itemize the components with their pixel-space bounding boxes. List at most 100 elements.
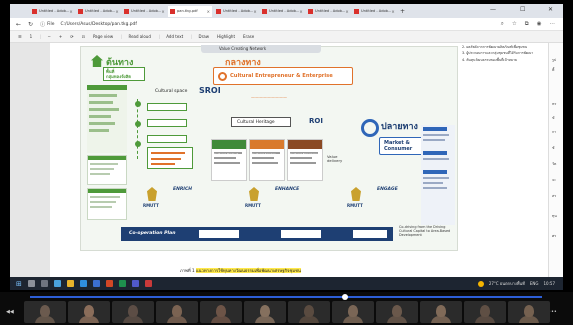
midstream-note: ————————— <box>251 95 287 100</box>
zoom-icon[interactable]: ⌕ <box>501 21 504 28</box>
toc-icon[interactable]: ☰ <box>18 34 22 39</box>
participant-video[interactable] <box>288 301 330 323</box>
acrobat-icon[interactable] <box>144 280 152 287</box>
close-window-button[interactable]: ✕ <box>548 6 553 13</box>
experience-column-title: Cultural Experience <box>290 152 320 156</box>
clock[interactable]: 10:57 <box>543 281 555 286</box>
enhance-label: ENHANCE <box>275 187 300 192</box>
strip-prev-icon[interactable]: ◀◀ <box>6 309 14 315</box>
participant-avatar <box>35 305 55 323</box>
page-number[interactable]: 1 <box>30 34 33 39</box>
pdf-viewport[interactable]: Value Creating Network ต้นทาง พื้นที่ กล… <box>10 43 563 277</box>
close-tab-icon[interactable]: × <box>115 9 118 14</box>
rotate-icon[interactable]: ⟳ <box>70 34 73 39</box>
info-icon[interactable]: ⓘ <box>40 21 45 28</box>
word-icon[interactable] <box>92 280 100 287</box>
close-tab-icon[interactable]: × <box>299 9 302 14</box>
upstream-subtitle: พื้นที่ กลุ่มหลงจังสิต <box>106 69 132 79</box>
powerpoint-icon[interactable] <box>105 280 113 287</box>
profile-icon[interactable]: ◉ <box>537 21 542 28</box>
participant-video[interactable] <box>420 301 462 323</box>
close-tab-icon[interactable]: × <box>161 9 164 14</box>
erase-button[interactable]: Erase <box>243 34 254 39</box>
cooperation-plan-label: Co-operation Plan <box>129 231 176 236</box>
windows-taskbar: ⊞ 27°C ฝนตกบางพื้นที่ ENG 10:57 <box>10 277 563 290</box>
favorite-icon[interactable]: ☆ <box>512 21 517 28</box>
more-icon[interactable]: ⋯ <box>550 21 556 28</box>
close-tab-icon[interactable]: × <box>253 9 256 14</box>
minimize-button[interactable]: — <box>490 6 496 13</box>
meeting-screen: Untitled - Adob... × Untitled - Adob... × Un… <box>0 0 573 325</box>
zoom-out-icon[interactable]: − <box>48 34 51 39</box>
browser-tab[interactable]: Untitled - Adob... × <box>30 6 74 17</box>
browser-tab[interactable]: Untitled - Adob... × <box>352 6 396 17</box>
right-text-panel: รูป พื้ หร ขั กา ชั วัต จะ สร ทุน ศร <box>548 43 563 277</box>
browser-tab[interactable]: pan.tkg.pdf × <box>168 5 212 17</box>
participant-avatar <box>431 305 451 323</box>
cultural-heritage-box: Cultural Heritage <box>231 117 291 127</box>
browser-tab[interactable]: Untitled - Adob... × <box>306 6 350 17</box>
folder-icon[interactable] <box>66 280 74 287</box>
sroi-label: SROI <box>199 86 221 95</box>
diagram-header-text: Value Creating Network <box>219 46 267 51</box>
playback-slider[interactable] <box>30 294 542 300</box>
value-delivery-label: Value delivery <box>327 154 343 164</box>
participant-video[interactable] <box>112 301 154 323</box>
add-text-button[interactable]: Add text <box>166 34 183 39</box>
browser-tab[interactable]: Untitled - Adob... × <box>214 6 258 17</box>
close-tab-icon[interactable]: × <box>391 9 394 14</box>
close-tab-icon[interactable]: × <box>207 9 210 14</box>
participant-avatar <box>167 305 187 323</box>
zoom-in-icon[interactable]: + <box>59 34 62 39</box>
downstream-list <box>421 125 455 225</box>
tab-label: pan.tkg.pdf <box>177 9 198 13</box>
participant-video[interactable] <box>464 301 506 323</box>
pdf-file-icon <box>32 8 37 14</box>
weather-text[interactable]: 27°C ฝนตกบางพื้นที่ <box>489 280 525 287</box>
participant-video[interactable] <box>332 301 374 323</box>
pdf-file-icon <box>262 8 267 14</box>
url-text[interactable]: C:/Users/Asus/Desktop/pan.tkg.pdf <box>60 22 136 27</box>
task-view-icon[interactable] <box>40 280 48 287</box>
draw-button[interactable]: Draw <box>199 34 209 39</box>
excel-icon[interactable] <box>118 280 126 287</box>
teams-icon[interactable] <box>131 280 139 287</box>
browser-tab[interactable]: Untitled - Adob... × <box>260 6 304 17</box>
side-notes: 2. ผลลัพธ์จากการพัฒนาผลิตภัณฑ์เพื่อชุมชน… <box>462 45 546 64</box>
edge-icon[interactable] <box>79 280 87 287</box>
cooperation-plan-bar: Co-operation Plan <box>121 227 393 241</box>
windows-start-icon[interactable]: ⊞ <box>16 280 22 288</box>
system-tray: 27°C ฝนตกบางพื้นที่ ENG 10:57 <box>477 280 555 287</box>
highlight-button[interactable]: Highlight <box>217 34 235 39</box>
app-icon[interactable] <box>53 280 61 287</box>
participant-avatar <box>343 305 363 323</box>
diagram-header: Value Creating Network <box>201 45 321 53</box>
downstream-title: ปลายทาง <box>381 122 418 132</box>
upstream-list <box>87 85 127 153</box>
close-tab-icon[interactable]: × <box>69 9 72 14</box>
new-tab-button[interactable]: + <box>400 8 405 15</box>
refresh-icon[interactable]: ↻ <box>28 21 33 28</box>
side-note: 2. ผลลัพธ์จากการพัฒนาผลิตภัณฑ์เพื่อชุมชน <box>462 45 528 49</box>
participant-video[interactable] <box>156 301 198 323</box>
step-box-2 <box>147 119 187 127</box>
browser-tab[interactable]: Untitled - Adob... × <box>76 6 120 17</box>
language-indicator[interactable]: ENG <box>530 281 539 286</box>
participant-video[interactable] <box>200 301 242 323</box>
page-view-button[interactable]: Page view <box>93 34 113 39</box>
browser-tab[interactable]: Untitled - Adob... × <box>122 6 166 17</box>
close-tab-icon[interactable]: × <box>345 9 348 14</box>
maximize-button[interactable]: ☐ <box>520 6 525 13</box>
step-box-1 <box>147 103 187 111</box>
participant-video[interactable] <box>508 301 550 323</box>
read-aloud-button[interactable]: Read aloud <box>128 34 150 39</box>
participant-video[interactable] <box>24 301 66 323</box>
participant-video[interactable] <box>244 301 286 323</box>
slider-knob[interactable] <box>342 294 348 300</box>
participant-video[interactable] <box>376 301 418 323</box>
fit-icon[interactable]: ⊡ <box>82 34 85 39</box>
participant-video[interactable] <box>68 301 110 323</box>
search-icon[interactable] <box>27 280 35 287</box>
back-icon[interactable]: ← <box>16 21 21 28</box>
collections-icon[interactable]: ⧉ <box>525 21 529 28</box>
